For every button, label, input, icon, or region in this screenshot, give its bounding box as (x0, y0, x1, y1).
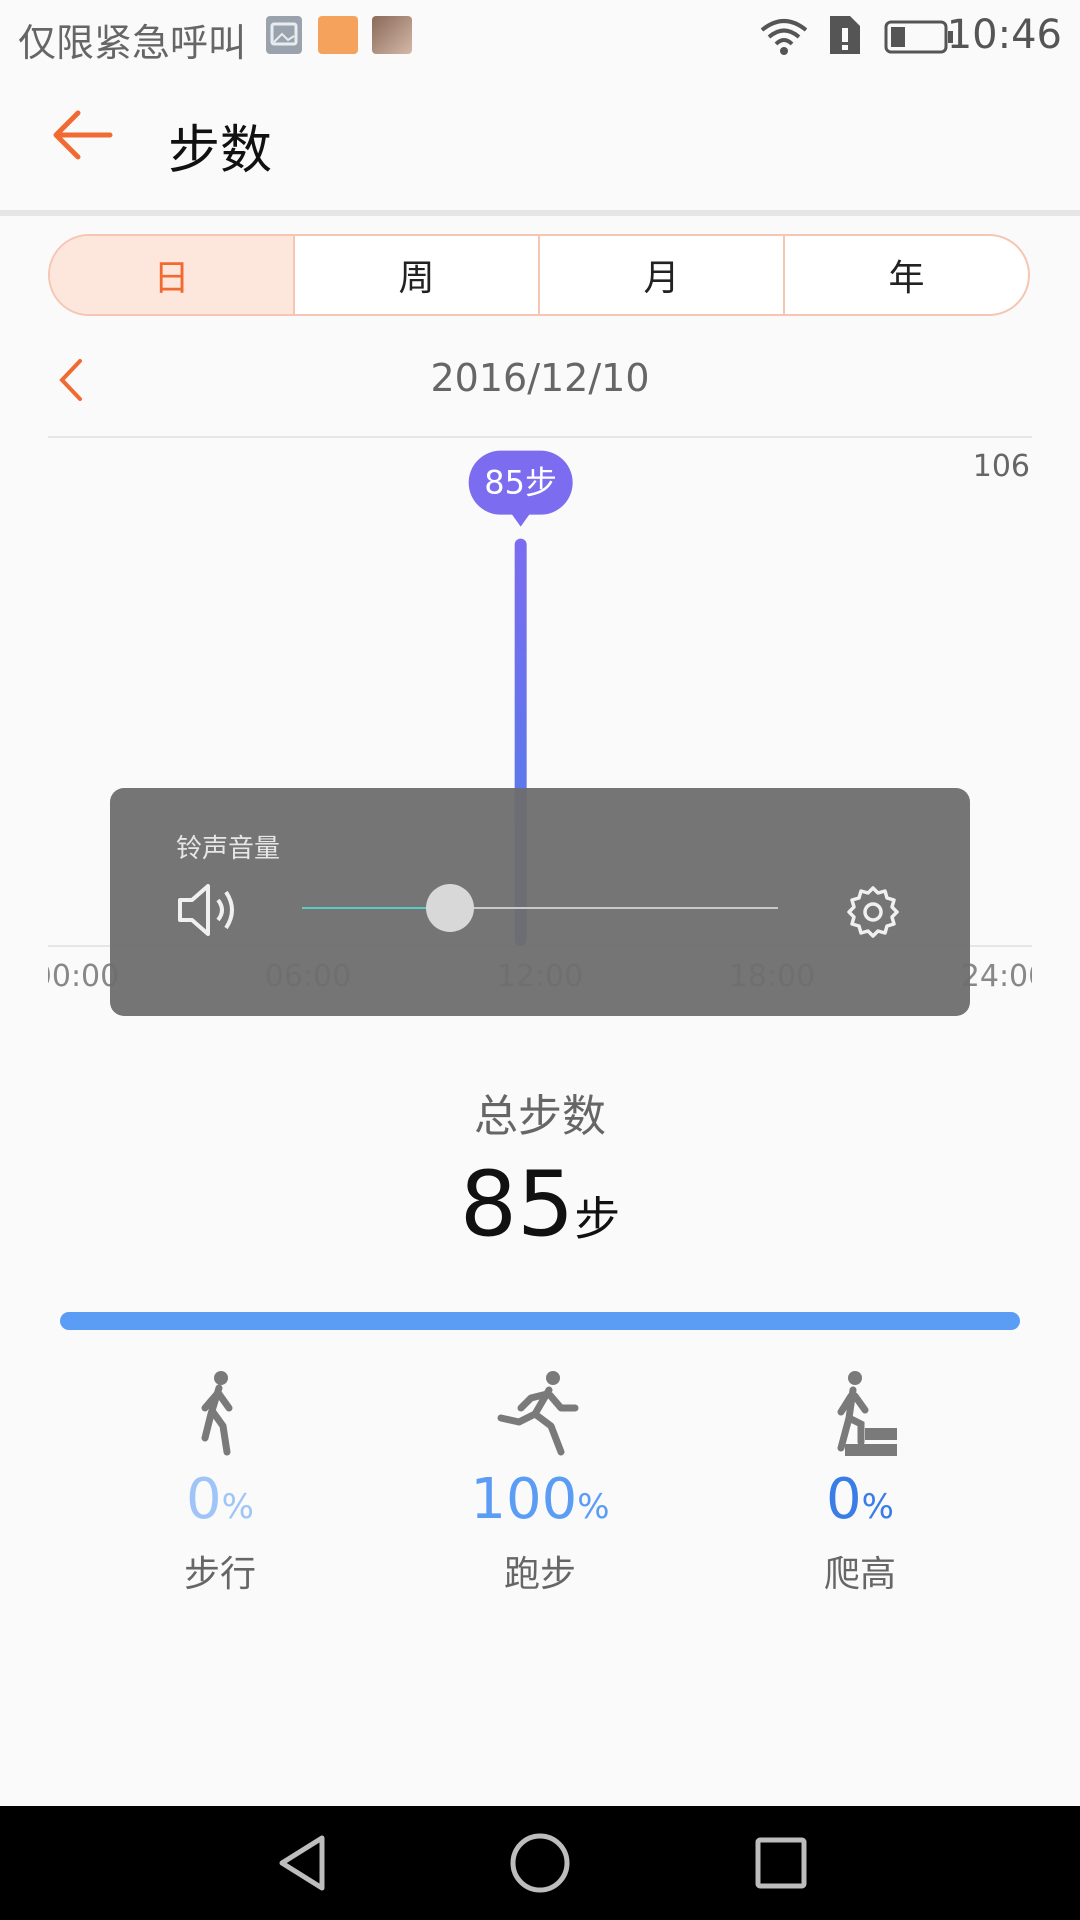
carrier-text: 仅限紧急呼叫 (18, 21, 247, 65)
climbing-percent: 0% (826, 1467, 894, 1532)
bar-tooltip: 85步 (468, 450, 573, 527)
running-percent: 100% (470, 1467, 610, 1532)
gear-icon[interactable] (846, 884, 900, 938)
shopping-bag-icon (318, 16, 358, 54)
running-icon (497, 1371, 579, 1456)
walking-icon (201, 1371, 233, 1456)
nav-back-icon[interactable] (270, 1830, 336, 1896)
nav-home-icon[interactable] (507, 1830, 573, 1896)
total-steps-unit: 步 (574, 1192, 621, 1246)
tab-month[interactable]: 月 (540, 236, 785, 314)
walking-label: 步行 (183, 1554, 256, 1595)
volume-title: 铃声音量 (176, 834, 281, 864)
photo-thumbnail-icon (372, 16, 412, 54)
period-segmented-control: 日 周 月 年 (48, 234, 1030, 316)
total-steps-value: 85步 (0, 1152, 1080, 1257)
app-bar (0, 72, 1080, 212)
tooltip-pointer (510, 512, 531, 527)
y-max-label: 106 (973, 449, 1030, 484)
climbing-label: 爬高 (823, 1554, 896, 1595)
running-label: 跑步 (503, 1554, 576, 1595)
divider (0, 210, 1080, 216)
tab-week[interactable]: 周 (295, 236, 540, 314)
nav-recents-icon[interactable] (748, 1830, 814, 1896)
activity-progress-bar (60, 1312, 1020, 1330)
speaker-icon[interactable] (176, 880, 240, 940)
x-tick-label: 24:00 (961, 959, 1032, 994)
volume-slider-thumb[interactable] (425, 884, 474, 932)
climbing-icon (837, 1371, 897, 1456)
activity-walking: 0% 步行 (90, 1368, 350, 1597)
tab-year[interactable]: 年 (785, 236, 1028, 314)
page-title: 步数 (168, 121, 273, 181)
sim-alert-icon (830, 16, 860, 54)
date-label: 2016/12/10 (430, 356, 650, 400)
gallery-icon (266, 16, 302, 54)
total-steps-label: 总步数 (474, 1091, 606, 1142)
x-tick-label: 00:00 (48, 959, 119, 994)
activity-running: 100% 跑步 (410, 1368, 670, 1597)
total-steps-number: 85 (459, 1152, 575, 1257)
tab-day[interactable]: 日 (50, 236, 295, 314)
tooltip-text: 85步 (484, 464, 557, 502)
battery-icon (884, 20, 953, 54)
clock: 10:46 (946, 12, 1062, 58)
back-arrow-icon[interactable] (48, 100, 118, 170)
wifi-icon (760, 19, 808, 55)
activity-climbing: 0% 爬高 (730, 1368, 990, 1597)
walking-percent: 0% (186, 1467, 254, 1532)
